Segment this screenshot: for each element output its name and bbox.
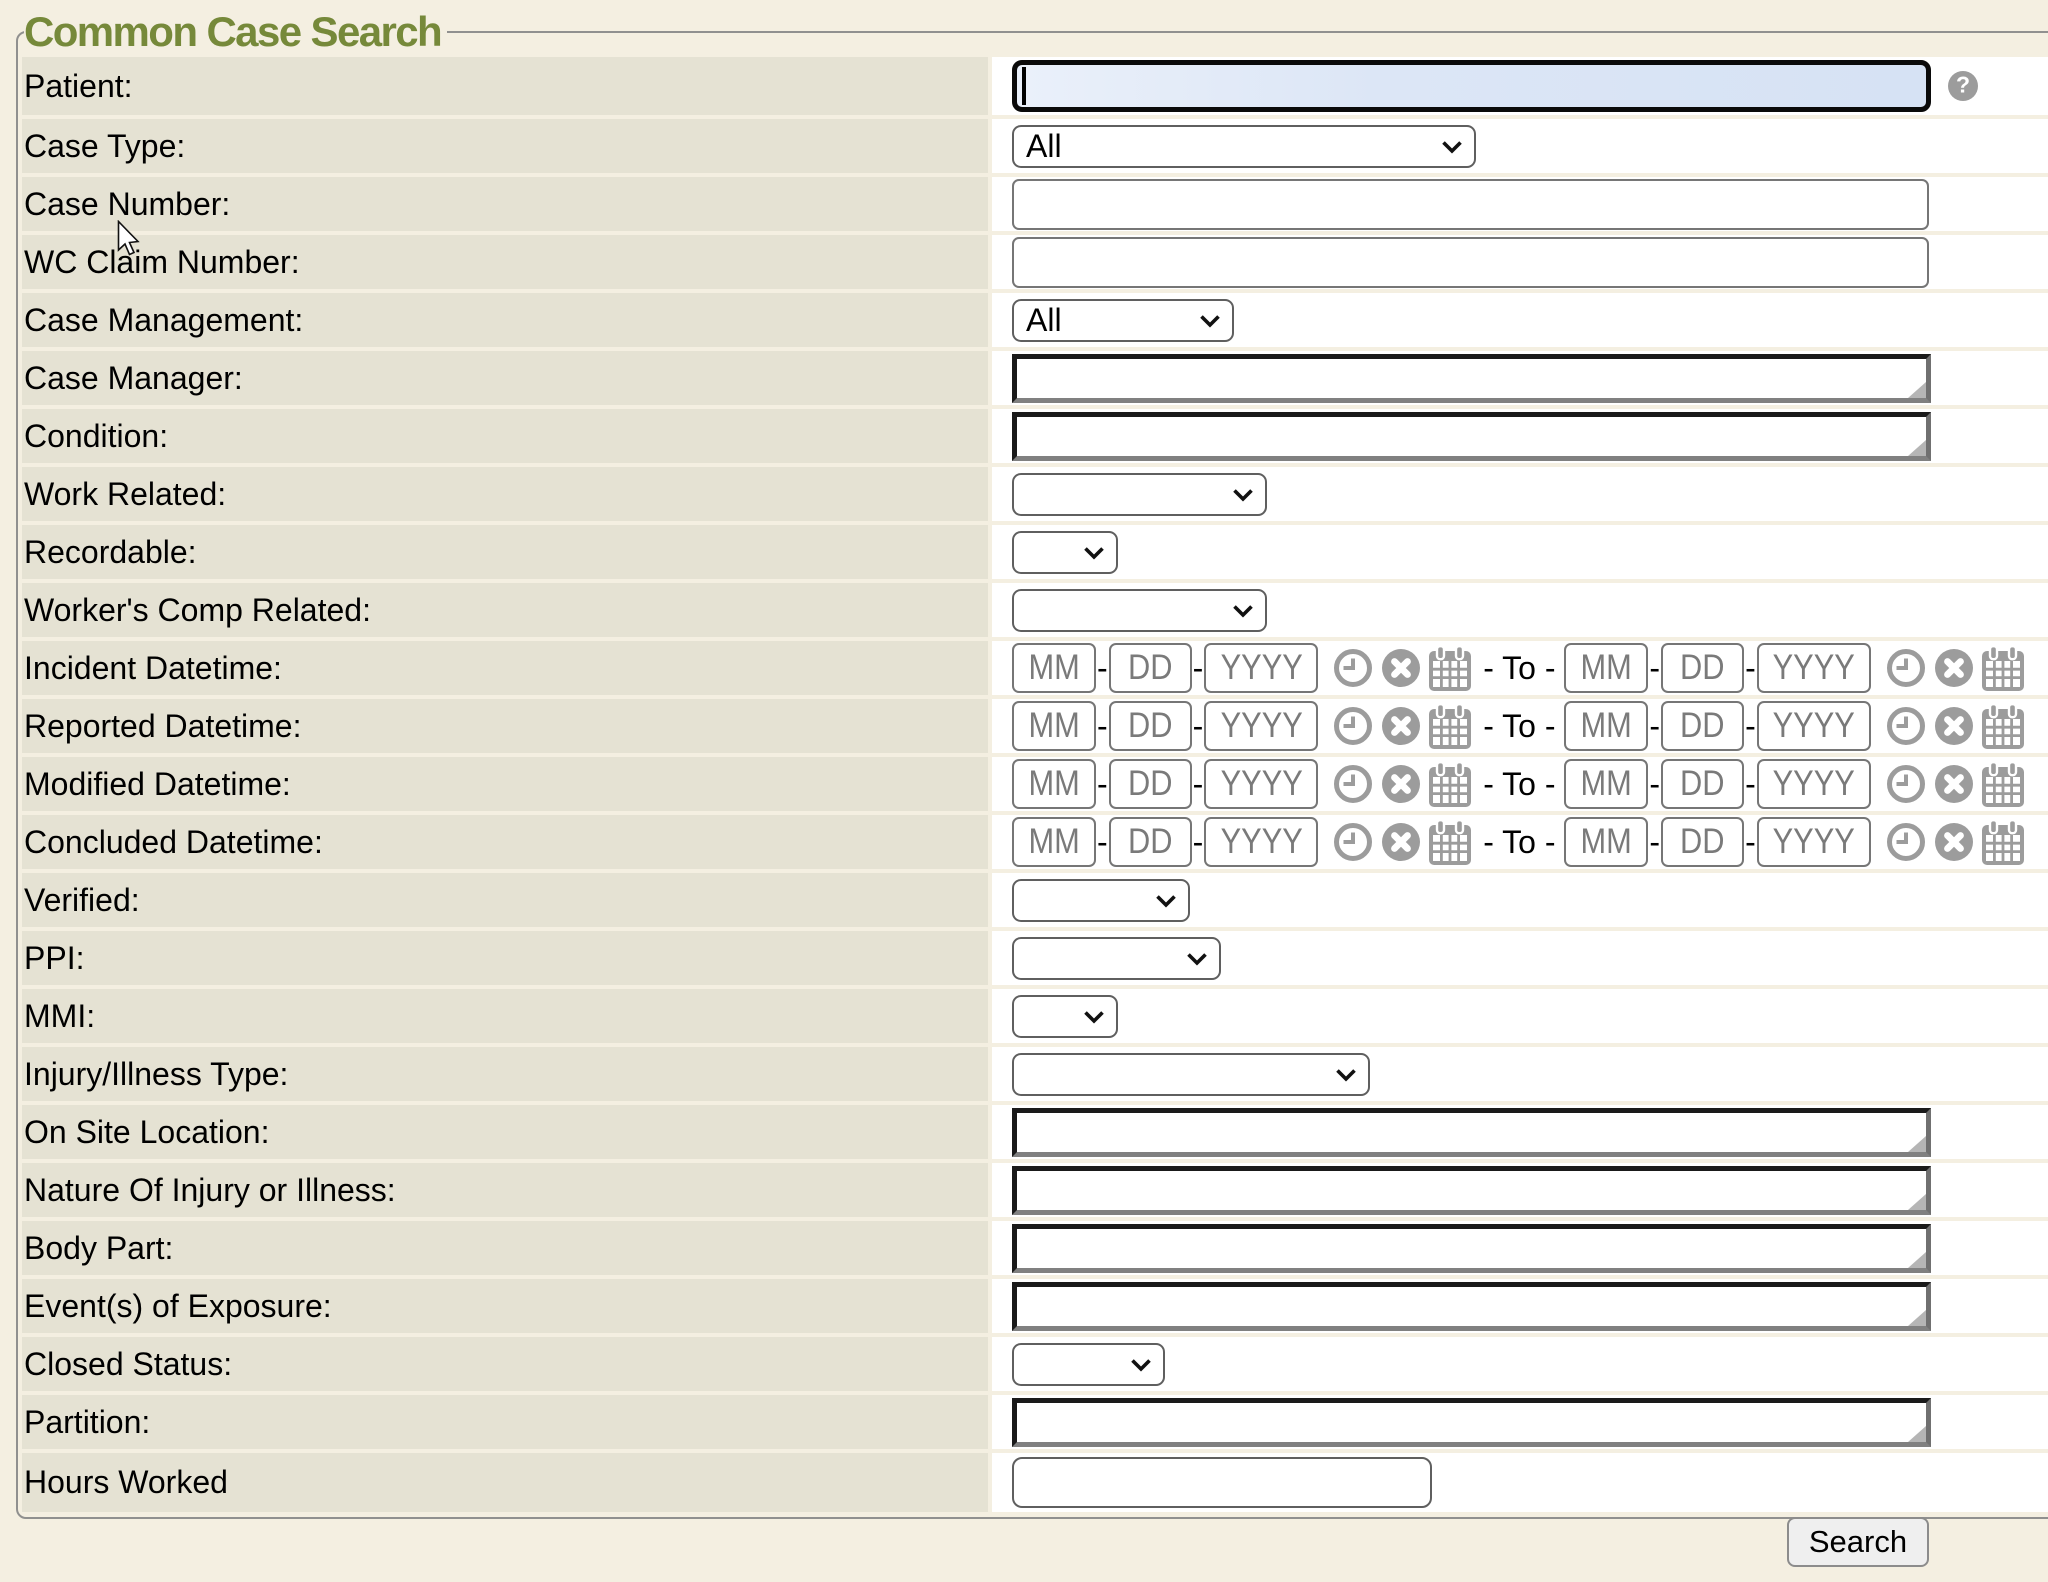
- svg-text:?: ?: [1956, 72, 1970, 98]
